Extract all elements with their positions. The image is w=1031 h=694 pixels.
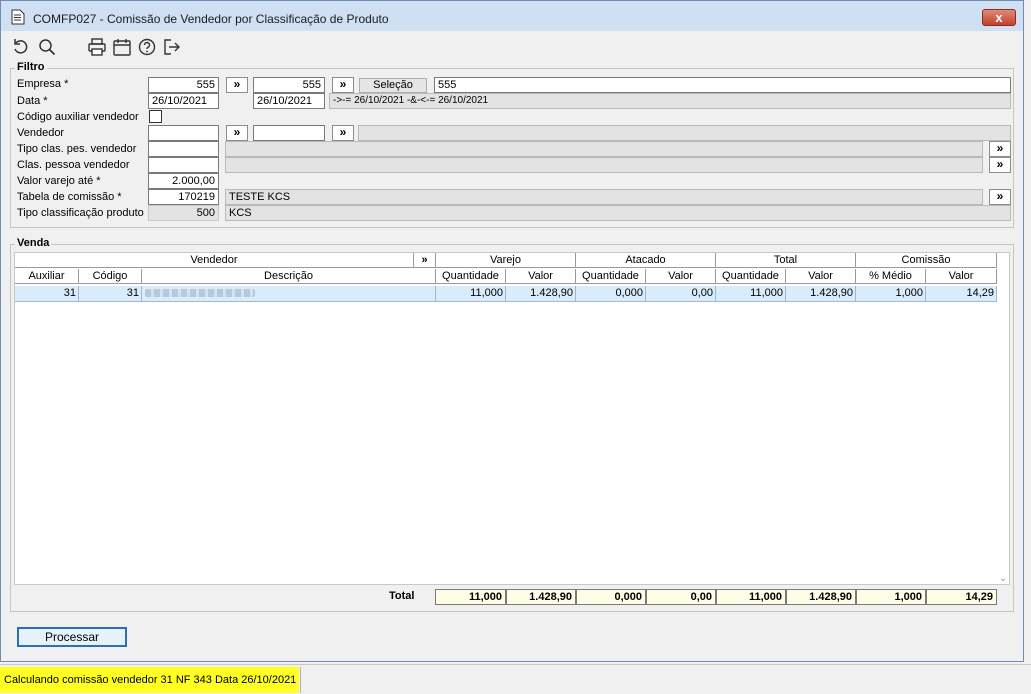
cell-comissao-pct-medio: 1,000 (856, 286, 926, 302)
empresa-label: Empresa * (17, 78, 69, 90)
calendar-icon[interactable] (112, 37, 132, 57)
valor-varejo-input[interactable]: 2.000,00 (148, 173, 219, 189)
tabela-arrow-button[interactable]: » (989, 189, 1011, 205)
tipo-clas-label: Tipo clas. pes. vendedor (17, 143, 137, 155)
col-descricao[interactable]: Descrição (142, 269, 436, 284)
empresa-arrow-button[interactable]: » (226, 77, 248, 93)
document-icon (11, 9, 25, 28)
cell-varejo-valor: 1.428,90 (506, 286, 576, 302)
help-icon[interactable] (137, 37, 157, 57)
cell-auxiliar: 31 (15, 286, 79, 302)
empresa-to-arrow-button[interactable]: » (332, 77, 354, 93)
col-total-quantidade[interactable]: Quantidade (716, 269, 786, 284)
col-varejo-quantidade[interactable]: Quantidade (436, 269, 506, 284)
total-varejo-quantidade: 11,000 (435, 589, 506, 605)
search-icon[interactable] (37, 37, 57, 57)
tipo-clas-desc-field (225, 141, 983, 157)
tabela-label: Tabela de comissão * (17, 191, 122, 203)
cell-varejo-quantidade: 11,000 (436, 286, 506, 302)
data-expression-field: ->-= 26/10/2021 -&-<-= 26/10/2021 (329, 93, 1011, 109)
scroll-down-icon[interactable]: ⌄ (999, 573, 1007, 584)
cell-descricao (142, 286, 436, 302)
clas-pessoa-label: Clas. pessoa vendedor (17, 159, 130, 171)
tabela-input[interactable]: 170219 (148, 189, 219, 205)
cell-comissao-valor: 14,29 (926, 286, 997, 302)
col-varejo-valor[interactable]: Valor (506, 269, 576, 284)
tipo-classif-input: 500 (148, 205, 219, 221)
data-from-input[interactable]: 26/10/2021 (148, 93, 219, 109)
total-comissao-pct-medio: 1,000 (856, 589, 926, 605)
col-atacado-quantidade[interactable]: Quantidade (576, 269, 646, 284)
empresa-to-input[interactable]: 555 (253, 77, 325, 93)
vendedor-from-input[interactable] (148, 125, 219, 141)
data-label: Data * (17, 95, 48, 107)
col-comissao-valor[interactable]: Valor (926, 269, 997, 284)
cell-atacado-quantidade: 0,000 (576, 286, 646, 302)
main-window: COMFP027 - Comissão de Vendedor por Clas… (0, 0, 1024, 662)
clas-pessoa-arrow-button[interactable]: » (989, 157, 1011, 173)
total-atacado-quantidade: 0,000 (576, 589, 646, 605)
window-title: COMFP027 - Comissão de Vendedor por Clas… (33, 12, 389, 26)
cell-atacado-valor: 0,00 (646, 286, 716, 302)
header-arrow-button[interactable]: » (414, 253, 436, 268)
total-comissao-valor: 14,29 (926, 589, 997, 605)
processar-button[interactable]: Processar (17, 627, 127, 647)
header-varejo: Varejo (436, 253, 576, 268)
col-comissao-pct-medio[interactable]: % Médio (856, 269, 926, 284)
vendedor-desc-field (358, 125, 1011, 141)
exit-icon[interactable] (162, 37, 182, 57)
tipo-clas-arrow-button[interactable]: » (989, 141, 1011, 157)
col-atacado-valor[interactable]: Valor (646, 269, 716, 284)
cell-total-valor: 1.428,90 (786, 286, 856, 302)
header-comissao: Comissão (856, 253, 997, 268)
status-bar: Calculando comissão vendedor 31 NF 343 D… (0, 664, 1031, 694)
header-total: Total (716, 253, 856, 268)
header-vendedor: Vendedor (15, 253, 414, 268)
vendedor-arrow-button[interactable]: » (226, 125, 248, 141)
venda-grid: Vendedor » Varejo Atacado Total Comissão… (14, 252, 1010, 585)
cell-codigo: 31 (79, 286, 142, 302)
title-bar: COMFP027 - Comissão de Vendedor por Clas… (1, 1, 1023, 31)
tipo-classif-desc-field: KCS (225, 205, 1011, 221)
undo-icon[interactable] (11, 37, 31, 57)
redacted-name (145, 289, 255, 298)
header-atacado: Atacado (576, 253, 716, 268)
tabela-desc-field: TESTE KCS (225, 189, 983, 205)
clas-pessoa-desc-field (225, 157, 983, 173)
valor-varejo-label: Valor varejo até * (17, 175, 101, 187)
codigo-aux-checkbox[interactable] (149, 110, 162, 123)
selecao-button[interactable]: Seleção (359, 78, 427, 93)
total-varejo-valor: 1.428,90 (506, 589, 576, 605)
total-atacado-valor: 0,00 (646, 589, 716, 605)
col-total-valor[interactable]: Valor (786, 269, 856, 284)
tipo-clas-input[interactable] (148, 141, 219, 157)
col-codigo[interactable]: Código (79, 269, 142, 284)
vendedor-to-arrow-button[interactable]: » (332, 125, 354, 141)
selecao-value-field: 555 (434, 77, 1011, 93)
total-total-valor: 1.428,90 (786, 589, 856, 605)
col-auxiliar[interactable]: Auxiliar (15, 269, 79, 284)
cell-total-quantidade: 11,000 (716, 286, 786, 302)
total-label: Total (389, 590, 415, 602)
vendedor-label: Vendedor (17, 127, 65, 139)
data-to-input[interactable]: 26/10/2021 (253, 93, 325, 109)
codigo-aux-label: Código auxiliar vendedor (17, 111, 139, 123)
tipo-classif-label: Tipo classificação produto (17, 207, 144, 219)
venda-title: Venda (15, 237, 52, 249)
print-icon[interactable] (87, 37, 107, 57)
total-total-quantidade: 11,000 (716, 589, 786, 605)
filtro-title: Filtro (15, 61, 47, 73)
empresa-from-input[interactable]: 555 (148, 77, 219, 93)
close-button[interactable]: x (982, 9, 1016, 26)
clas-pessoa-input[interactable] (148, 157, 219, 173)
status-separator (300, 667, 301, 693)
status-message: Calculando comissão vendedor 31 NF 343 D… (0, 667, 299, 693)
vendedor-to-input[interactable] (253, 125, 325, 141)
